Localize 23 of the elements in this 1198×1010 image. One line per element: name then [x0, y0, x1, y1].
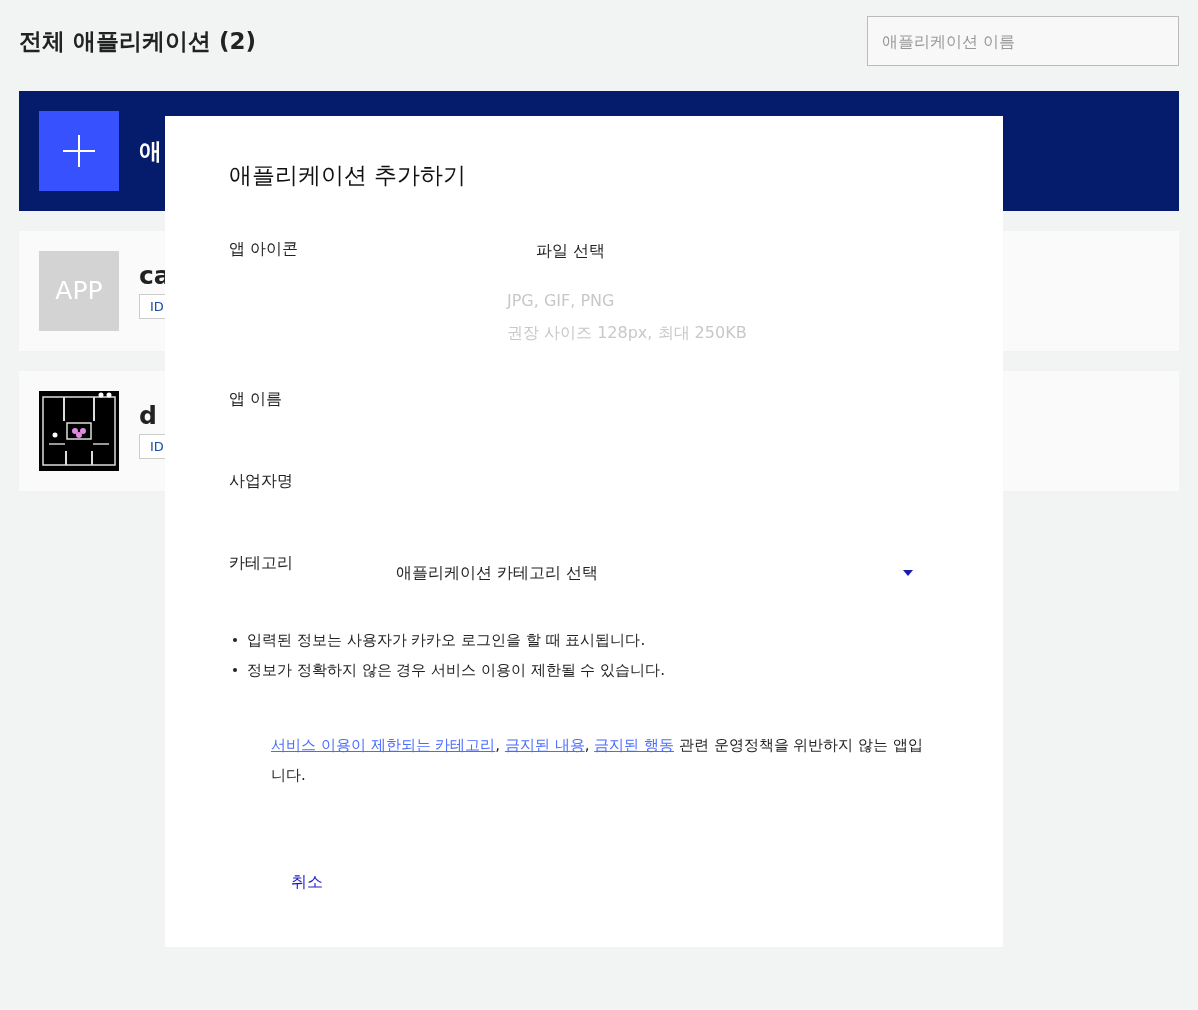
plus-icon [63, 135, 95, 167]
banner-label: 애 [139, 136, 162, 166]
note-text: 정보가 정확하지 않은 경우 서비스 이용이 제한될 수 있습니다. [247, 660, 665, 681]
cancel-button[interactable]: 취소 [291, 869, 323, 894]
field-label: 사업자명 [229, 470, 293, 490]
field-label: 앱 이름 [229, 388, 283, 408]
note-text: 입력된 정보는 사용자가 카카오 로그인을 할 때 표시됩니다. [247, 629, 646, 651]
bullet-icon [233, 668, 237, 673]
policy-link[interactable]: 서비스 이용이 제한되는 카테고리 [271, 735, 496, 754]
policy-link[interactable]: 금지된 내용 [504, 735, 585, 754]
field-label: 앱 아이콘 [229, 237, 300, 260]
add-tile[interactable] [39, 111, 119, 191]
page-title: 전체 애플리케이션 (2) [19, 26, 257, 56]
consent-text: 서비스 이용이 제한되는 카테고리, 금지된 내용, 금지된 행동 관련 운영정책을 위반하지 않는 앱입니다. [271, 734, 924, 786]
file-select-button[interactable]: 파일 선택 [536, 238, 606, 263]
caret-icon [903, 569, 913, 576]
dialog-title: 애플리케이션 추가하기 [229, 161, 468, 190]
category-select[interactable]: 애플리케이션 카테고리 선택 [396, 560, 925, 585]
app-name: d [139, 402, 158, 428]
search-field[interactable]: 애플리케이션 이름 [867, 16, 1179, 66]
policy-link[interactable]: 금지된 행동 [594, 735, 674, 754]
bullet-icon [233, 637, 237, 642]
field-label: 카테고리 [229, 551, 294, 574]
